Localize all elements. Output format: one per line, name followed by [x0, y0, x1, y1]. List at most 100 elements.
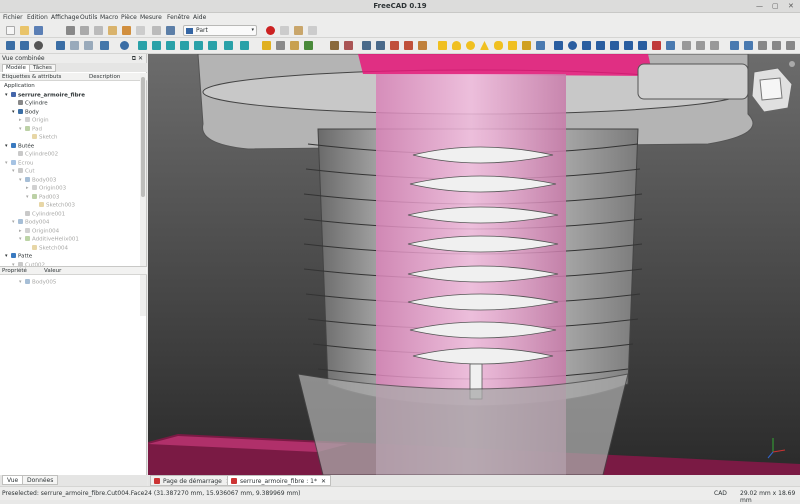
view-bottom-icon[interactable] — [194, 41, 203, 50]
part-fuse-icon[interactable] — [758, 41, 767, 50]
make-part-icon[interactable] — [262, 41, 271, 50]
part-join-icon[interactable] — [786, 41, 795, 50]
measure-distance-icon[interactable] — [362, 41, 371, 50]
menu-affichage[interactable]: Affichage — [51, 14, 79, 21]
link-icon[interactable] — [290, 41, 299, 50]
tab-modele[interactable]: Modèle — [2, 64, 30, 72]
back-icon[interactable] — [70, 41, 79, 50]
tree-item[interactable]: ▾ Body004 — [12, 219, 49, 227]
maximize-icon[interactable]: ▢ — [772, 2, 779, 10]
measure-clear-icon[interactable] — [390, 41, 399, 50]
tab-vue[interactable]: Vue — [2, 475, 24, 485]
part-cone-icon[interactable] — [480, 41, 489, 50]
expand-arrow-icon[interactable]: ▾ — [19, 177, 22, 183]
view-right-icon[interactable] — [166, 41, 175, 50]
minimize-icon[interactable]: — — [756, 2, 763, 10]
tree-col-labels[interactable]: Etiquettes & attributs — [2, 74, 61, 80]
cut-icon[interactable] — [80, 26, 89, 35]
part-extrude-icon[interactable] — [554, 41, 563, 50]
menu-fichier[interactable]: Fichier — [3, 14, 23, 21]
forward-icon[interactable] — [84, 41, 93, 50]
menu-outils[interactable]: Outils — [80, 14, 97, 21]
part-cut-icon[interactable] — [744, 41, 753, 50]
expand-arrow-icon[interactable]: ▸ — [19, 228, 22, 234]
expand-arrow-icon[interactable]: ▾ — [12, 109, 15, 115]
redo-icon[interactable] — [136, 26, 145, 35]
draw-style-icon[interactable] — [34, 41, 43, 50]
tree-item[interactable]: Cylindre001 — [25, 210, 65, 219]
tree-item[interactable]: ▾ Patte — [5, 253, 32, 261]
part-make-face-icon[interactable] — [624, 41, 633, 50]
refresh-icon[interactable] — [152, 26, 161, 35]
part-fillet-icon[interactable] — [596, 41, 605, 50]
save-icon[interactable] — [34, 26, 43, 35]
part-section-icon[interactable] — [682, 41, 691, 50]
stop-macro-icon[interactable] — [280, 26, 289, 35]
view-measure-icon[interactable] — [224, 41, 233, 50]
part-shape-builder-icon[interactable] — [536, 41, 545, 50]
tree-item[interactable]: ▸ Origin003 — [26, 185, 66, 193]
part-torus-icon[interactable] — [494, 41, 503, 50]
expand-arrow-icon[interactable]: ▾ — [26, 194, 29, 200]
expand-arrow-icon[interactable]: ▾ — [19, 126, 22, 132]
whats-this-icon[interactable] — [166, 26, 175, 35]
prop-col-value[interactable]: Valeur — [44, 268, 61, 274]
menu-mesure[interactable]: Mesure — [140, 14, 162, 21]
part-common-icon[interactable] — [772, 41, 781, 50]
close-panel-icon[interactable]: ✕ — [138, 55, 143, 62]
tree-item[interactable]: Sketch003 — [39, 202, 75, 210]
paste-icon[interactable] — [108, 26, 117, 35]
tree-item[interactable]: ▸ Origin004 — [19, 227, 59, 236]
link-import-icon[interactable] — [344, 41, 353, 50]
axonometric-icon[interactable] — [240, 41, 249, 50]
view-front-icon[interactable] — [138, 41, 147, 50]
part-mirror-icon[interactable] — [582, 41, 591, 50]
tree-item[interactable]: ▾ Body003 — [19, 176, 56, 185]
tree-item[interactable]: Application — [4, 83, 35, 91]
3d-scene[interactable] — [148, 54, 800, 475]
prop-col-property[interactable]: Propriété — [2, 268, 27, 274]
close-icon[interactable]: ✕ — [788, 2, 794, 10]
expand-arrow-icon[interactable]: ▾ — [12, 168, 15, 174]
fit-all-icon[interactable] — [6, 41, 15, 50]
part-tube-icon[interactable] — [508, 41, 517, 50]
edit-macro-icon[interactable] — [294, 26, 303, 35]
navigation-style[interactable]: CAD — [714, 490, 727, 497]
copy-icon[interactable] — [94, 26, 103, 35]
measure-angle-icon[interactable] — [376, 41, 385, 50]
tree-item[interactable]: Cylindre — [18, 100, 48, 108]
part-boolean-icon[interactable] — [730, 41, 739, 50]
expand-arrow-icon[interactable]: ▾ — [5, 160, 8, 166]
expand-arrow-icon[interactable]: ▸ — [19, 117, 22, 123]
fit-selection-icon[interactable] — [20, 41, 29, 50]
tab-taches[interactable]: Tâches — [29, 64, 56, 72]
expand-arrow-icon[interactable]: ▸ — [26, 185, 29, 191]
part-cross-sections-icon[interactable] — [696, 41, 705, 50]
group-icon[interactable] — [276, 41, 285, 50]
measure-toggle-icon[interactable] — [404, 41, 413, 50]
doc-tab-start[interactable]: Page de démarrage✕ — [150, 475, 236, 486]
part-ruled-surface-icon[interactable] — [638, 41, 647, 50]
view-top-icon[interactable] — [152, 41, 161, 50]
tree-item[interactable]: ▾ Ecrou — [5, 159, 34, 168]
menu-macro[interactable]: Macro — [100, 14, 118, 21]
part-primitives-icon[interactable] — [522, 41, 531, 50]
expand-arrow-icon[interactable]: ▾ — [5, 92, 8, 98]
link-sub-icon[interactable] — [304, 41, 313, 50]
open-file-icon[interactable] — [20, 26, 29, 35]
tree-item[interactable]: ▾ Butée — [5, 142, 34, 151]
tree-item[interactable]: ▾ serrure_armoire_fibre — [5, 91, 85, 100]
tab-donnees[interactable]: Données — [22, 475, 59, 485]
tree-item[interactable]: ▾ Pad — [19, 125, 42, 134]
part-revolve-icon[interactable] — [568, 41, 577, 50]
part-cylinder-icon[interactable] — [452, 41, 461, 50]
menu-aide[interactable]: Aide — [193, 14, 206, 21]
link-action-icon[interactable] — [330, 41, 339, 50]
3d-viewport[interactable] — [148, 54, 800, 475]
part-loft-icon[interactable] — [652, 41, 661, 50]
float-panel-icon[interactable]: ⧉ — [132, 55, 136, 63]
isometric-icon[interactable] — [120, 41, 129, 50]
tree-item[interactable]: ▾ Body — [12, 108, 39, 117]
view-rear-icon[interactable] — [180, 41, 189, 50]
part-box-icon[interactable] — [438, 41, 447, 50]
